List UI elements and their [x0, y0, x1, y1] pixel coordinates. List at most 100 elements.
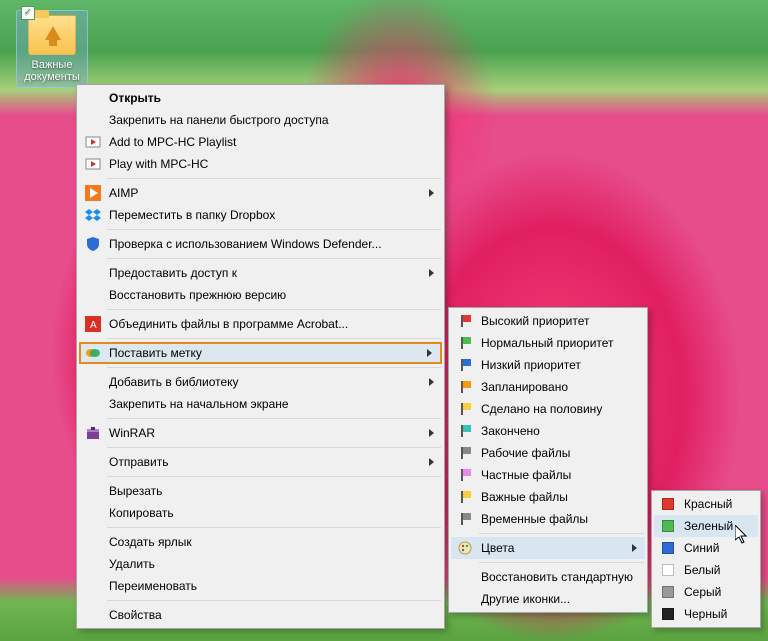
label: Создать ярлык	[109, 535, 192, 549]
label: Свойства	[109, 608, 162, 622]
label: Важные файлы	[481, 490, 568, 504]
flag-gray-icon	[455, 511, 475, 527]
separator	[107, 447, 441, 448]
label: Удалить	[109, 557, 155, 571]
separator	[107, 258, 441, 259]
color-gray[interactable]: Серый	[654, 581, 758, 603]
aimp-icon	[83, 185, 103, 201]
label: Вырезать	[109, 484, 162, 498]
label: Красный	[684, 497, 732, 511]
label: Цвета	[481, 541, 514, 555]
flag-green-icon	[455, 335, 475, 351]
color-black[interactable]: Черный	[654, 603, 758, 625]
square-green-icon	[658, 518, 678, 534]
submenu-arrow-icon	[429, 378, 434, 386]
menu-add-library[interactable]: Добавить в библиотеку	[79, 371, 442, 393]
label: Копировать	[109, 506, 174, 520]
separator	[107, 309, 441, 310]
color-blue[interactable]: Синий	[654, 537, 758, 559]
label: Предоставить доступ к	[109, 266, 237, 280]
tag-high-priority[interactable]: Высокий приоритет	[451, 310, 645, 332]
label: Запланировано	[481, 380, 568, 394]
menu-add-mpc[interactable]: Add to MPC-HC Playlist	[79, 131, 442, 153]
menu-open-label: Открыть	[109, 91, 161, 105]
square-black-icon	[658, 606, 678, 622]
menu-create-shortcut[interactable]: Создать ярлык	[79, 531, 442, 553]
desktop-icon-label: Важные документы	[17, 59, 87, 83]
label: Восстановить прежнюю версию	[109, 288, 286, 302]
tag-low-priority[interactable]: Низкий приоритет	[451, 354, 645, 376]
square-gray-icon	[658, 584, 678, 600]
label: Добавить в библиотеку	[109, 375, 239, 389]
tag-restore-default[interactable]: Восстановить стандартную	[451, 566, 645, 588]
menu-play-mpc[interactable]: Play with MPC-HC	[79, 153, 442, 175]
submenu-arrow-icon	[427, 349, 432, 357]
separator	[107, 476, 441, 477]
menu-copy[interactable]: Копировать	[79, 502, 442, 524]
color-red[interactable]: Красный	[654, 493, 758, 515]
label: Временные файлы	[481, 512, 588, 526]
color-white[interactable]: Белый	[654, 559, 758, 581]
tag-private-files[interactable]: Частные файлы	[451, 464, 645, 486]
flag-gray-icon	[455, 445, 475, 461]
menu-properties[interactable]: Свойства	[79, 604, 442, 626]
menu-set-tag[interactable]: Поставить метку	[79, 342, 442, 364]
up-arrow-icon	[45, 26, 61, 40]
svg-text:A: A	[90, 320, 97, 331]
menu-delete[interactable]: Удалить	[79, 553, 442, 575]
submenu-arrow-icon	[429, 458, 434, 466]
separator	[107, 367, 441, 368]
submenu-arrow-icon	[429, 429, 434, 437]
separator	[479, 562, 644, 563]
menu-defender[interactable]: Проверка с использованием Windows Defend…	[79, 233, 442, 255]
submenu-arrow-icon	[429, 269, 434, 277]
menu-dropbox[interactable]: Переместить в папку Dropbox	[79, 204, 442, 226]
label: Закрепить на начальном экране	[109, 397, 289, 411]
flag-cyan-icon	[455, 423, 475, 439]
label: Рабочие файлы	[481, 446, 570, 460]
separator	[107, 527, 441, 528]
label: Низкий приоритет	[481, 358, 581, 372]
label: Объединить файлы в программе Acrobat...	[109, 317, 348, 331]
menu-pin-start[interactable]: Закрепить на начальном экране	[79, 393, 442, 415]
menu-rename[interactable]: Переименовать	[79, 575, 442, 597]
menu-open[interactable]: Открыть	[79, 87, 442, 109]
tag-normal-priority[interactable]: Нормальный приоритет	[451, 332, 645, 354]
tag-other-icons[interactable]: Другие иконки...	[451, 588, 645, 610]
menu-acrobat[interactable]: A Объединить файлы в программе Acrobat...	[79, 313, 442, 335]
tag-done[interactable]: Закончено	[451, 420, 645, 442]
desktop-folder-icon[interactable]: ✓ Важные документы	[16, 10, 88, 88]
tag-important-files[interactable]: Важные файлы	[451, 486, 645, 508]
menu-restore-previous[interactable]: Восстановить прежнюю версию	[79, 284, 442, 306]
label: Переместить в папку Dropbox	[109, 208, 275, 222]
tag-work-files[interactable]: Рабочие файлы	[451, 442, 645, 464]
label: WinRAR	[109, 426, 155, 440]
menu-pin-quick-access[interactable]: Закрепить на панели быстрого доступа	[79, 109, 442, 131]
menu-send-to[interactable]: Отправить	[79, 451, 442, 473]
context-menu-colors: Красный Зеленый Синий Белый Серый Черный	[651, 490, 761, 628]
mpc-icon	[83, 134, 103, 150]
tag-temp-files[interactable]: Временные файлы	[451, 508, 645, 530]
menu-grant-access[interactable]: Предоставить доступ к	[79, 262, 442, 284]
tag-colors[interactable]: Цвета	[451, 537, 645, 559]
menu-cut[interactable]: Вырезать	[79, 480, 442, 502]
label: Частные файлы	[481, 468, 571, 482]
defender-icon	[83, 236, 103, 252]
tag-planned[interactable]: Запланировано	[451, 376, 645, 398]
menu-aimp[interactable]: AIMP	[79, 182, 442, 204]
separator	[479, 533, 644, 534]
label: Проверка с использованием Windows Defend…	[109, 237, 382, 251]
label: Play with MPC-HC	[109, 157, 208, 171]
tag-half-done[interactable]: Сделано на половину	[451, 398, 645, 420]
label: Закрепить на панели быстрого доступа	[109, 113, 329, 127]
color-green[interactable]: Зеленый	[654, 515, 758, 537]
separator	[107, 418, 441, 419]
submenu-arrow-icon	[632, 544, 637, 552]
label: Восстановить стандартную	[481, 570, 633, 584]
mpc-icon	[83, 156, 103, 172]
label: Другие иконки...	[481, 592, 570, 606]
label: Add to MPC-HC Playlist	[109, 135, 236, 149]
menu-winrar[interactable]: WinRAR	[79, 422, 442, 444]
separator	[107, 338, 441, 339]
label: Синий	[684, 541, 719, 555]
